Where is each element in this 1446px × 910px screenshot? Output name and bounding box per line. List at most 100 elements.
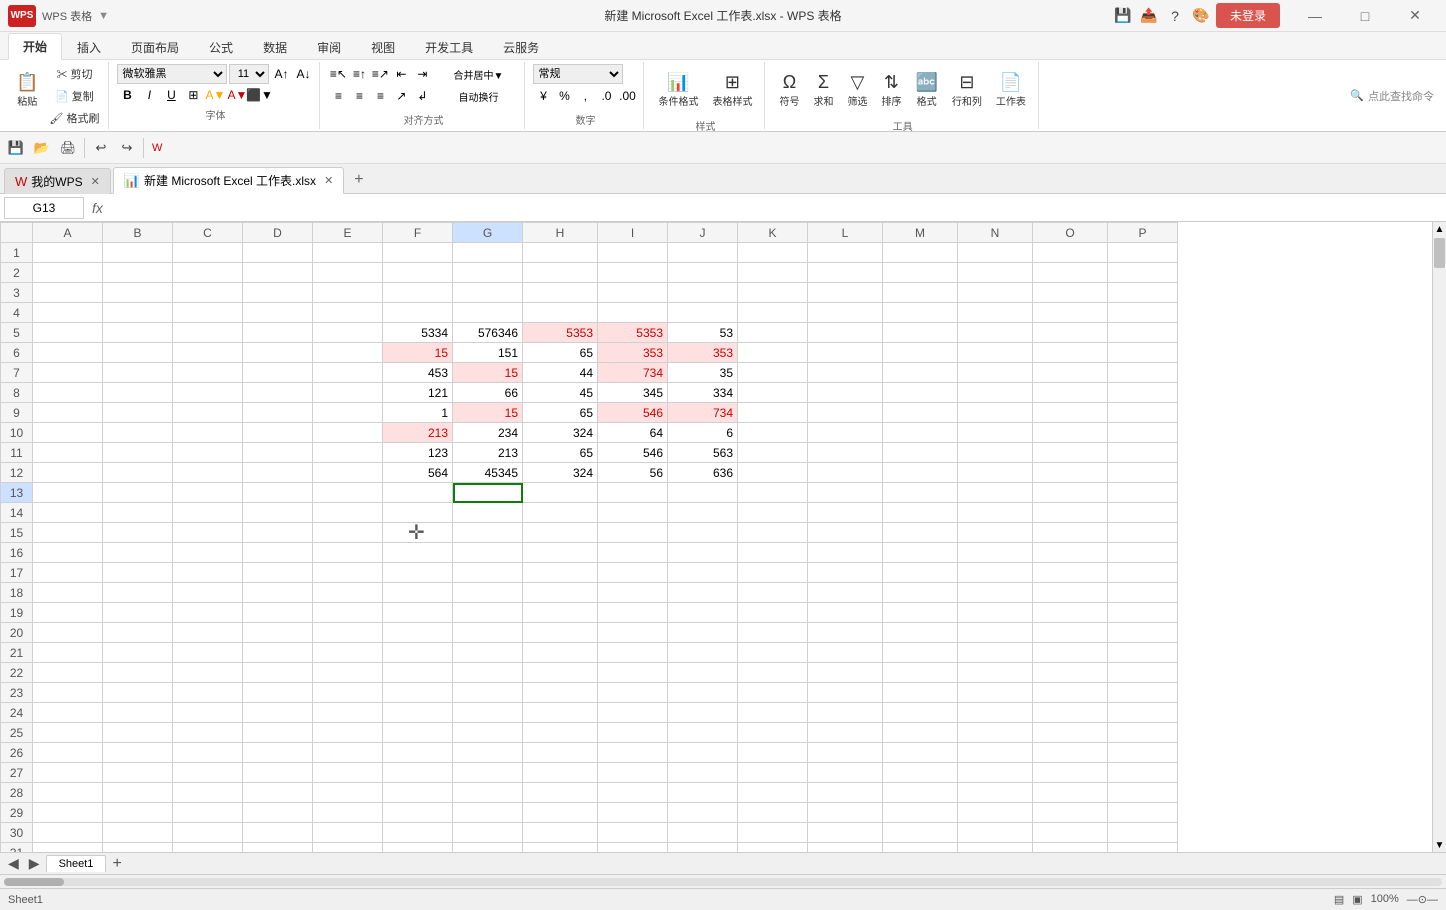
cell-P11[interactable]: [1108, 443, 1178, 463]
cell-H30[interactable]: [523, 823, 598, 843]
cell-J16[interactable]: [668, 543, 738, 563]
cell-N27[interactable]: [958, 763, 1033, 783]
cell-F8[interactable]: 121: [383, 383, 453, 403]
cell-B31[interactable]: [103, 843, 173, 853]
cell-L16[interactable]: [808, 543, 883, 563]
cell-I25[interactable]: [598, 723, 668, 743]
scroll-thumb[interactable]: [1434, 238, 1445, 268]
cell-C28[interactable]: [173, 783, 243, 803]
cell-F20[interactable]: [383, 623, 453, 643]
cell-A28[interactable]: [33, 783, 103, 803]
cell-B10[interactable]: [103, 423, 173, 443]
cell-F6[interactable]: 15: [383, 343, 453, 363]
cell-L28[interactable]: [808, 783, 883, 803]
cell-B13[interactable]: [103, 483, 173, 503]
cell-P13[interactable]: [1108, 483, 1178, 503]
cell-B3[interactable]: [103, 283, 173, 303]
cell-A16[interactable]: [33, 543, 103, 563]
cell-C10[interactable]: [173, 423, 243, 443]
cell-G27[interactable]: [453, 763, 523, 783]
cell-C3[interactable]: [173, 283, 243, 303]
cell-O3[interactable]: [1033, 283, 1108, 303]
cell-M12[interactable]: [883, 463, 958, 483]
cell-N24[interactable]: [958, 703, 1033, 723]
cell-C9[interactable]: [173, 403, 243, 423]
font-grow-button[interactable]: A↑: [271, 64, 291, 84]
my-wps-icon[interactable]: W: [148, 136, 166, 160]
cell-B15[interactable]: [103, 523, 173, 543]
cell-M16[interactable]: [883, 543, 958, 563]
cell-O16[interactable]: [1033, 543, 1108, 563]
cell-E14[interactable]: [313, 503, 383, 523]
align-right[interactable]: ≡: [370, 86, 390, 106]
cell-H9[interactable]: 65: [523, 403, 598, 423]
cell-B9[interactable]: [103, 403, 173, 423]
cell-D7[interactable]: [243, 363, 313, 383]
cell-B21[interactable]: [103, 643, 173, 663]
cell-O20[interactable]: [1033, 623, 1108, 643]
cell-F15[interactable]: [383, 523, 453, 543]
cell-A17[interactable]: [33, 563, 103, 583]
cell-I22[interactable]: [598, 663, 668, 683]
cell-F9[interactable]: 1: [383, 403, 453, 423]
paste-button[interactable]: 📋 粘贴: [10, 64, 44, 116]
cell-I13[interactable]: [598, 483, 668, 503]
cell-P15[interactable]: [1108, 523, 1178, 543]
row-header-8[interactable]: 8: [1, 383, 33, 403]
cell-K29[interactable]: [738, 803, 808, 823]
cell-N20[interactable]: [958, 623, 1033, 643]
cell-E17[interactable]: [313, 563, 383, 583]
cell-K11[interactable]: [738, 443, 808, 463]
vertical-scrollbar[interactable]: ▲ ▼: [1432, 222, 1446, 852]
cell-I6[interactable]: 353: [598, 343, 668, 363]
cell-G6[interactable]: 151: [453, 343, 523, 363]
cell-N10[interactable]: [958, 423, 1033, 443]
cell-L24[interactable]: [808, 703, 883, 723]
cell-M11[interactable]: [883, 443, 958, 463]
cell-H17[interactable]: [523, 563, 598, 583]
cell-F31[interactable]: [383, 843, 453, 853]
col-header-E[interactable]: E: [313, 223, 383, 243]
cell-L15[interactable]: [808, 523, 883, 543]
cell-C21[interactable]: [173, 643, 243, 663]
cell-G26[interactable]: [453, 743, 523, 763]
cell-H25[interactable]: [523, 723, 598, 743]
cell-H24[interactable]: [523, 703, 598, 723]
cell-A2[interactable]: [33, 263, 103, 283]
cell-F5[interactable]: 5334: [383, 323, 453, 343]
cell-O2[interactable]: [1033, 263, 1108, 283]
cell-L20[interactable]: [808, 623, 883, 643]
cell-K18[interactable]: [738, 583, 808, 603]
save-button[interactable]: 💾: [4, 136, 28, 160]
cell-E22[interactable]: [313, 663, 383, 683]
row-header-11[interactable]: 11: [1, 443, 33, 463]
cell-B8[interactable]: [103, 383, 173, 403]
cell-E12[interactable]: [313, 463, 383, 483]
cell-D24[interactable]: [243, 703, 313, 723]
row-header-13[interactable]: 13: [1, 483, 33, 503]
cell-H12[interactable]: 324: [523, 463, 598, 483]
cell-C12[interactable]: [173, 463, 243, 483]
save-icon[interactable]: 💾: [1112, 5, 1134, 27]
cell-C17[interactable]: [173, 563, 243, 583]
cell-E5[interactable]: [313, 323, 383, 343]
row-header-30[interactable]: 30: [1, 823, 33, 843]
cell-E8[interactable]: [313, 383, 383, 403]
row-header-10[interactable]: 10: [1, 423, 33, 443]
sheet-button[interactable]: 📄 工作表: [990, 64, 1032, 116]
cell-K30[interactable]: [738, 823, 808, 843]
cell-B29[interactable]: [103, 803, 173, 823]
sheet-nav-next[interactable]: ▶: [25, 855, 44, 872]
scroll-track[interactable]: [1433, 236, 1446, 838]
cell-H29[interactable]: [523, 803, 598, 823]
add-tab-button[interactable]: +: [346, 167, 371, 193]
cell-A12[interactable]: [33, 463, 103, 483]
cell-L5[interactable]: [808, 323, 883, 343]
cell-D31[interactable]: [243, 843, 313, 853]
cell-K14[interactable]: [738, 503, 808, 523]
cell-A26[interactable]: [33, 743, 103, 763]
cell-O29[interactable]: [1033, 803, 1108, 823]
cell-L23[interactable]: [808, 683, 883, 703]
cell-L13[interactable]: [808, 483, 883, 503]
cell-O4[interactable]: [1033, 303, 1108, 323]
